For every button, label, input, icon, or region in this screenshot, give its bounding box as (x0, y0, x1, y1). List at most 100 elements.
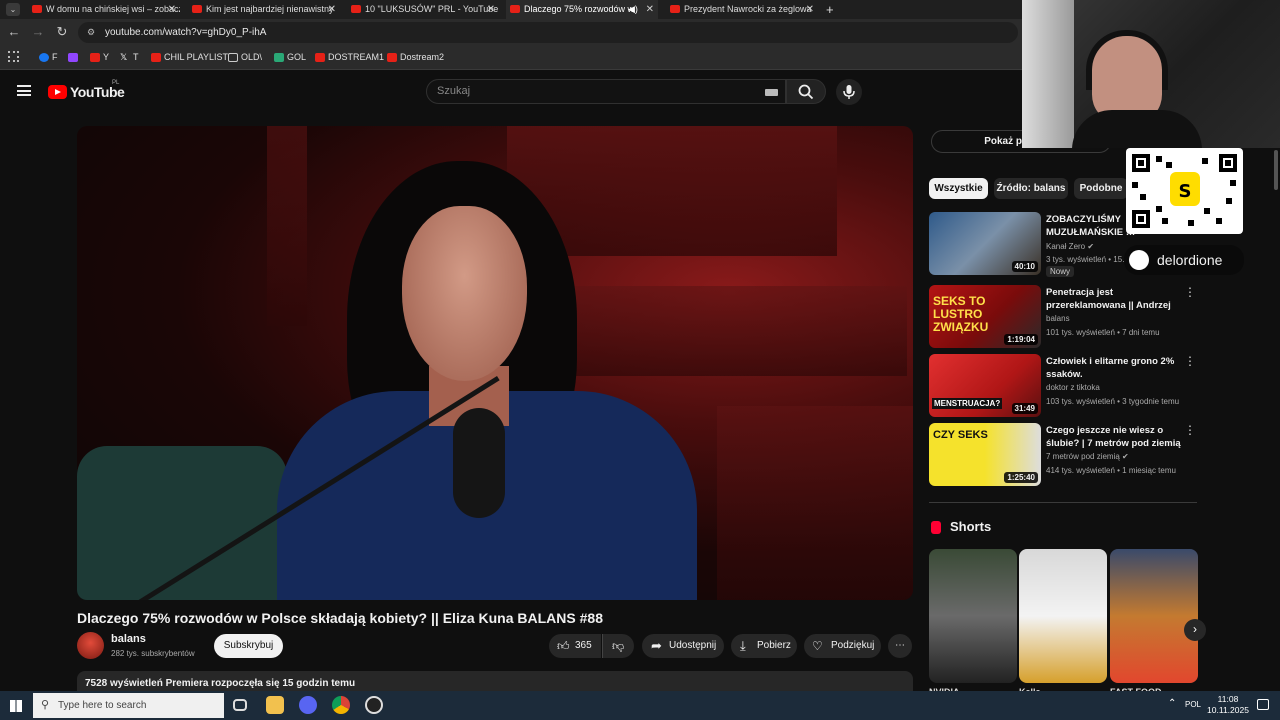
views-and-premiere: 7528 wyświetleń Premiera rozpoczęła się … (85, 678, 356, 689)
channel-name[interactable]: balans (111, 633, 146, 645)
channel-name[interactable]: Kanał Zero ✔ (1046, 242, 1094, 251)
reload-icon[interactable]: ↻ (53, 23, 71, 41)
browser-tab[interactable]: 10 "LUKSUSÓW" PRL - YouTube ✕ (347, 0, 499, 19)
video-meta: 101 tys. wyświetleń • 7 dni temu (1046, 328, 1160, 337)
site-info-icon[interactable]: ⚙ (87, 22, 95, 43)
voice-search-button[interactable] (836, 79, 862, 105)
play-triangle-icon (55, 89, 61, 95)
video-title: Penetracja jest przereklamowana || Andrz… (1046, 287, 1171, 311)
dislike-button[interactable]: 👎︎ (602, 634, 634, 658)
chip-related[interactable]: Podobne (1074, 178, 1128, 199)
thanks-button[interactable]: ♡ Podziękuj (804, 634, 881, 658)
notifications-icon[interactable] (1257, 699, 1269, 710)
browser-tab[interactable]: Prezydent Nawrocki za żeglowa ✕ (666, 0, 818, 19)
language-indicator[interactable]: POL (1185, 700, 1201, 709)
webcam-window (1022, 0, 1074, 148)
video-thumbnail[interactable]: 40:10 (929, 212, 1041, 275)
forward-icon[interactable]: → (29, 23, 47, 41)
close-tab-icon[interactable]: ✕ (646, 0, 654, 19)
more-options-icon[interactable]: ⋮ (1184, 354, 1196, 368)
section-divider (929, 502, 1197, 503)
close-tab-icon[interactable]: ✕ (168, 0, 176, 19)
channel-avatar[interactable] (77, 632, 104, 659)
tab-search-icon[interactable]: ⌄ (6, 3, 20, 16)
phone-icon (1129, 250, 1149, 270)
facebook-icon (39, 53, 49, 62)
bookmark-item[interactable]: F (39, 52, 58, 62)
folder-icon (228, 53, 238, 62)
search-button[interactable] (786, 79, 826, 104)
taskbar-search-input[interactable]: ⚲ Type here to search (33, 693, 224, 718)
download-button[interactable]: ⤓ Pobierz (731, 634, 797, 658)
close-tab-icon[interactable]: ✕ (328, 0, 336, 19)
thumbnail-caption: MENSTRUACJA? (932, 398, 1003, 409)
tab-title: Prezydent Nawrocki za żeglowa (684, 4, 812, 14)
youtube-icon (90, 53, 100, 62)
channel-name[interactable]: doktor z tiktoka (1046, 383, 1100, 392)
bookmark-label: Y (103, 52, 110, 62)
close-tab-icon[interactable]: ✕ (806, 0, 814, 19)
bookmark-item[interactable]: 𝕏T (120, 52, 139, 62)
webcam-overlay (1022, 0, 1280, 148)
page-scrollbar[interactable] (1274, 150, 1278, 190)
short-thumbnail[interactable] (1110, 549, 1198, 683)
bookmark-item[interactable]: Y (90, 52, 109, 62)
search-input[interactable]: Szukaj (426, 79, 786, 104)
speaker-icon[interactable]: ◀) (628, 0, 638, 19)
file-explorer-icon[interactable] (266, 696, 284, 714)
windows-start-icon[interactable] (10, 700, 22, 712)
video-thumbnail[interactable]: SEKS TO LUSTRO ZWIĄZKU 1:19:04 (929, 285, 1041, 348)
channel-name[interactable]: balans (1046, 314, 1070, 323)
more-actions-button[interactable]: ⋯ (888, 634, 912, 658)
task-view-icon[interactable] (233, 699, 247, 711)
obs-icon[interactable] (365, 696, 383, 714)
video-thumbnail[interactable]: CZY SEKS 1:25:40 (929, 423, 1041, 486)
svg-text:S: S (1179, 181, 1192, 202)
youtube-favicon-icon (510, 5, 520, 13)
chip-source[interactable]: Źródło: balans (994, 178, 1068, 199)
system-clock[interactable]: 11:08 10.11.2025 (1204, 694, 1252, 716)
chrome-icon[interactable] (332, 696, 350, 714)
recommended-video[interactable]: SEKS TO LUSTRO ZWIĄZKU 1:19:04 Penetracj… (929, 285, 1199, 351)
share-button[interactable]: ➦ Udostępnij (642, 634, 724, 658)
url-field[interactable]: ⚙ youtube.com/watch?v=ghDy0_P-ihA (78, 22, 1018, 43)
more-options-icon[interactable]: ⋮ (1184, 423, 1196, 437)
keyboard-icon[interactable] (765, 89, 778, 96)
video-thumbnail[interactable]: MENSTRUACJA? 31:49 (929, 354, 1041, 417)
logo-text: YouTube (70, 84, 125, 100)
browser-tab[interactable]: W domu na chińskiej wsi – zobacz ✕ (28, 0, 180, 19)
thumbnail-caption: SEKS TO LUSTRO ZWIĄZKU (933, 294, 989, 334)
bookmark-item[interactable]: Dostream2 (387, 52, 444, 62)
recommended-video[interactable]: CZY SEKS 1:25:40 Czego jeszcze nie wiesz… (929, 423, 1199, 489)
bookmark-item[interactable]: DOSTREAM1 (315, 52, 384, 62)
description-box[interactable]: 7528 wyświetleń Premiera rozpoczęła się … (77, 671, 913, 693)
browser-tab[interactable]: Kim jest najbardziej nienawistny ✕ (188, 0, 340, 19)
menu-icon[interactable] (17, 85, 31, 96)
chip-all[interactable]: Wszystkie (929, 178, 988, 199)
channel-name[interactable]: 7 metrów pod ziemią ✔ (1046, 452, 1129, 461)
recommended-video[interactable]: MENSTRUACJA? 31:49 Człowiek i elitarne g… (929, 354, 1199, 420)
back-icon[interactable]: ← (5, 23, 23, 41)
download-icon: ⤓ (740, 638, 746, 653)
short-thumbnail[interactable] (1019, 549, 1107, 683)
video-player[interactable] (77, 126, 913, 600)
system-tray-chevron-icon[interactable]: ⌃ (1168, 698, 1176, 709)
tab-title: Kim jest najbardziej nienawistny (206, 4, 334, 14)
bookmark-item[interactable]: GOL (274, 52, 306, 62)
youtube-icon (387, 53, 397, 62)
bookmark-item[interactable]: CHIL PLAYLIST (151, 52, 228, 62)
like-button[interactable]: 👍︎ 365 (549, 634, 601, 658)
more-options-icon[interactable]: ⋮ (1184, 285, 1196, 299)
new-tab-button[interactable]: + (826, 0, 834, 19)
subscribe-button[interactable]: Subskrybuj (214, 634, 283, 658)
search-icon (798, 84, 814, 100)
tab-title: Dlaczego 75% rozwodów w (524, 4, 635, 14)
close-tab-icon[interactable]: ✕ (487, 0, 495, 19)
browser-tab-active[interactable]: Dlaczego 75% rozwodów w ◀) ✕ (506, 0, 658, 19)
bookmark-item[interactable]: OLD\ (228, 52, 262, 62)
chevron-right-icon[interactable]: › (1184, 619, 1206, 641)
clock-time: 11:08 (1217, 694, 1239, 704)
short-thumbnail[interactable] (929, 549, 1017, 683)
discord-icon[interactable] (299, 696, 317, 714)
apps-grid-icon[interactable] (8, 51, 19, 62)
